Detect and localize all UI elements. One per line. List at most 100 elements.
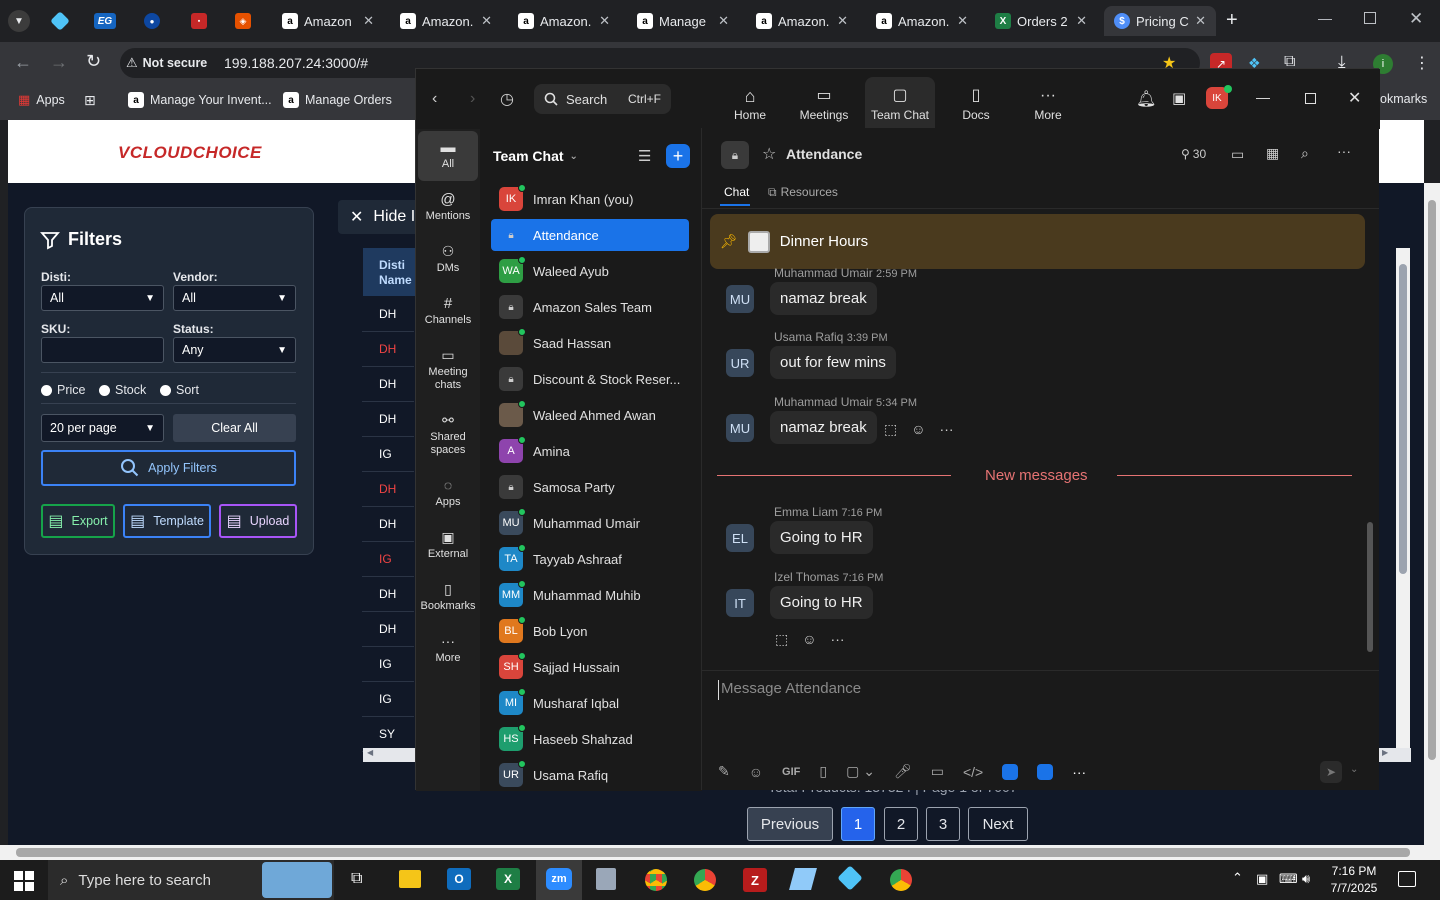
status-select[interactable]: Any ▼ bbox=[173, 337, 296, 363]
app-zoom-icon[interactable] bbox=[1037, 763, 1054, 780]
close-icon[interactable]: ✕ bbox=[837, 13, 848, 29]
sender-name[interactable]: Muhammad Umair bbox=[774, 266, 873, 280]
browser-tab[interactable]: a Amazon. ✕ bbox=[746, 6, 858, 36]
excel-icon[interactable]: X bbox=[496, 868, 520, 890]
next-page-button[interactable]: Next bbox=[968, 807, 1028, 841]
format-icon[interactable]: ✎ bbox=[718, 763, 730, 780]
nav-team-chat[interactable]: ▢ Team Chat bbox=[865, 77, 935, 129]
contact-item[interactable]: IK Imran Khan (you) bbox=[491, 183, 689, 215]
tab-grid-button[interactable]: ⊞ bbox=[84, 92, 96, 109]
chrome-menu-icon[interactable]: ⋮ bbox=[1414, 53, 1430, 73]
export-button[interactable]: ▤ Export bbox=[41, 504, 115, 538]
back-icon[interactable]: ‹ bbox=[432, 90, 437, 108]
tray-notify-icon[interactable]: ▣ bbox=[1256, 871, 1268, 887]
nav-more[interactable]: ··· More bbox=[1020, 87, 1076, 122]
nav-meetings[interactable]: ▭ Meetings bbox=[792, 87, 856, 122]
close-icon[interactable]: ✕ bbox=[599, 13, 610, 29]
pinned-message-banner[interactable]: 📌︎ Dinner Hours bbox=[710, 214, 1365, 269]
browser-tab[interactable]: a Manage ✕ bbox=[627, 6, 739, 36]
rail-all[interactable]: ▬ All bbox=[418, 140, 478, 171]
sender-name[interactable]: Usama Rafiq bbox=[774, 330, 843, 344]
reply-icon[interactable]: ⬚ bbox=[775, 631, 788, 648]
contact-item[interactable]: 🔒︎ Amazon Sales Team bbox=[491, 291, 689, 323]
contact-item[interactable]: UR Usama Rafiq bbox=[491, 759, 689, 791]
table-row[interactable]: DH bbox=[362, 612, 414, 647]
team-chat-dropdown[interactable]: Team Chat ⌄ bbox=[493, 148, 578, 164]
bookmark-manage-orders[interactable]: a Manage Orders bbox=[283, 92, 392, 108]
page-vscroll-thumb[interactable] bbox=[1428, 200, 1436, 760]
pinned-tab-1[interactable] bbox=[47, 8, 73, 34]
message-bubble[interactable]: namaz break bbox=[770, 282, 877, 315]
apply-filters-button[interactable]: Apply Filters bbox=[41, 450, 296, 486]
browser-tab[interactable]: X Orders 2 ✕ bbox=[985, 6, 1097, 36]
chrome-profile-icon[interactable] bbox=[694, 869, 716, 891]
close-icon[interactable]: ✕ bbox=[1076, 13, 1087, 29]
zoom-search-bar[interactable]: Search Ctrl+F bbox=[534, 84, 671, 114]
send-icon[interactable]: ➤ bbox=[1320, 761, 1342, 783]
clear-all-button[interactable]: Clear All bbox=[173, 414, 296, 442]
new-chat-plus-icon[interactable]: + bbox=[666, 144, 690, 168]
reload-icon[interactable]: ↻ bbox=[86, 51, 101, 72]
table-row[interactable]: DH bbox=[362, 507, 414, 542]
rail-meeting-chats[interactable]: ▭ Meeting chats bbox=[418, 348, 478, 392]
contact-item[interactable]: 🔒︎ Attendance bbox=[491, 219, 689, 251]
outlook-icon[interactable]: O bbox=[447, 868, 471, 890]
rail-mentions[interactable]: @ Mentions bbox=[418, 192, 478, 223]
windows-start-icon[interactable] bbox=[14, 871, 34, 891]
more-icon[interactable]: ··· bbox=[940, 421, 954, 438]
table-row[interactable]: IG bbox=[362, 437, 414, 472]
radio-sort[interactable]: Sort bbox=[160, 383, 199, 397]
nav-home[interactable]: ⌂ Home bbox=[722, 87, 778, 122]
contact-item[interactable]: HS Haseeb Shahzad bbox=[491, 723, 689, 755]
rail-more[interactable]: ··· More bbox=[418, 634, 478, 665]
pinned-tab-3[interactable]: ● bbox=[139, 8, 165, 34]
calculator-icon[interactable] bbox=[596, 868, 616, 890]
sku-input[interactable] bbox=[41, 337, 164, 363]
more-icon[interactable]: ··· bbox=[831, 631, 845, 648]
table-row[interactable]: DH bbox=[362, 297, 414, 332]
close-icon[interactable]: ✕ bbox=[957, 13, 968, 29]
contact-item[interactable]: 🔒︎ Discount & Stock Reser... bbox=[491, 363, 689, 395]
rail-channels[interactable]: # Channels bbox=[418, 296, 478, 327]
zoom-app-icon[interactable]: zm bbox=[546, 868, 572, 890]
code-icon[interactable]: </> bbox=[963, 764, 983, 780]
contact-item[interactable]: SH Sajjad Hussain bbox=[491, 651, 689, 683]
minimize-icon[interactable]: — bbox=[1318, 10, 1332, 26]
notifications-icon[interactable] bbox=[1398, 871, 1416, 887]
radio-stock[interactable]: Stock bbox=[99, 383, 146, 397]
search-icon[interactable]: ⌕ bbox=[1301, 145, 1309, 162]
rail-apps[interactable]: ◌ Apps bbox=[418, 478, 478, 509]
sender-name[interactable]: Emma Liam bbox=[774, 505, 838, 519]
message-bubble[interactable]: Going to HR bbox=[770, 586, 873, 619]
chat-scrollbar-thumb[interactable] bbox=[1367, 522, 1373, 652]
close-icon[interactable]: ✕ bbox=[481, 13, 492, 29]
contact-item[interactable]: 🔒︎ Samosa Party bbox=[491, 471, 689, 503]
browser-tab-active[interactable]: $ Pricing C ✕ bbox=[1104, 6, 1216, 36]
reply-icon[interactable]: ⬚ bbox=[884, 421, 897, 438]
history-icon[interactable]: ◷ bbox=[500, 89, 514, 109]
bell-icon[interactable]: 🔔︎ bbox=[1136, 89, 1156, 109]
file-icon[interactable]: ▯ bbox=[819, 763, 827, 780]
task-view-icon[interactable]: ⧉ bbox=[351, 870, 362, 888]
more-icon[interactable]: ··· bbox=[1337, 143, 1351, 159]
message-avatar[interactable]: IT bbox=[726, 589, 754, 617]
pinned-tab-eg[interactable]: EG bbox=[92, 8, 118, 34]
emoji-icon[interactable]: ☺ bbox=[802, 631, 816, 648]
table-header-disti[interactable]: Disti Name bbox=[363, 248, 415, 296]
close-icon[interactable]: ✕ bbox=[363, 13, 374, 29]
chrome-alt-icon[interactable] bbox=[890, 869, 912, 891]
chevron-down-icon[interactable]: ⌄ bbox=[1350, 764, 1358, 775]
microphone-icon[interactable]: 🎤︎ bbox=[894, 763, 912, 780]
page-2-button[interactable]: 2 bbox=[884, 807, 918, 841]
members-count[interactable]: ⚲ 30 bbox=[1181, 147, 1206, 161]
contact-item[interactable]: WA Waleed Ayub bbox=[491, 255, 689, 287]
rail-bookmarks[interactable]: ▯ Bookmarks bbox=[418, 582, 478, 613]
nav-docs[interactable]: ▯ Docs bbox=[948, 87, 1004, 122]
page-3-button[interactable]: 3 bbox=[926, 807, 960, 841]
contact-item[interactable]: MU Muhammad Umair bbox=[491, 507, 689, 539]
rail-external[interactable]: ▣ External bbox=[418, 530, 478, 561]
table-row[interactable]: DH bbox=[362, 472, 414, 507]
more-icon[interactable]: ··· bbox=[1072, 764, 1086, 780]
page-hscroll-thumb[interactable] bbox=[16, 848, 1410, 857]
restore-icon[interactable] bbox=[1364, 12, 1376, 24]
